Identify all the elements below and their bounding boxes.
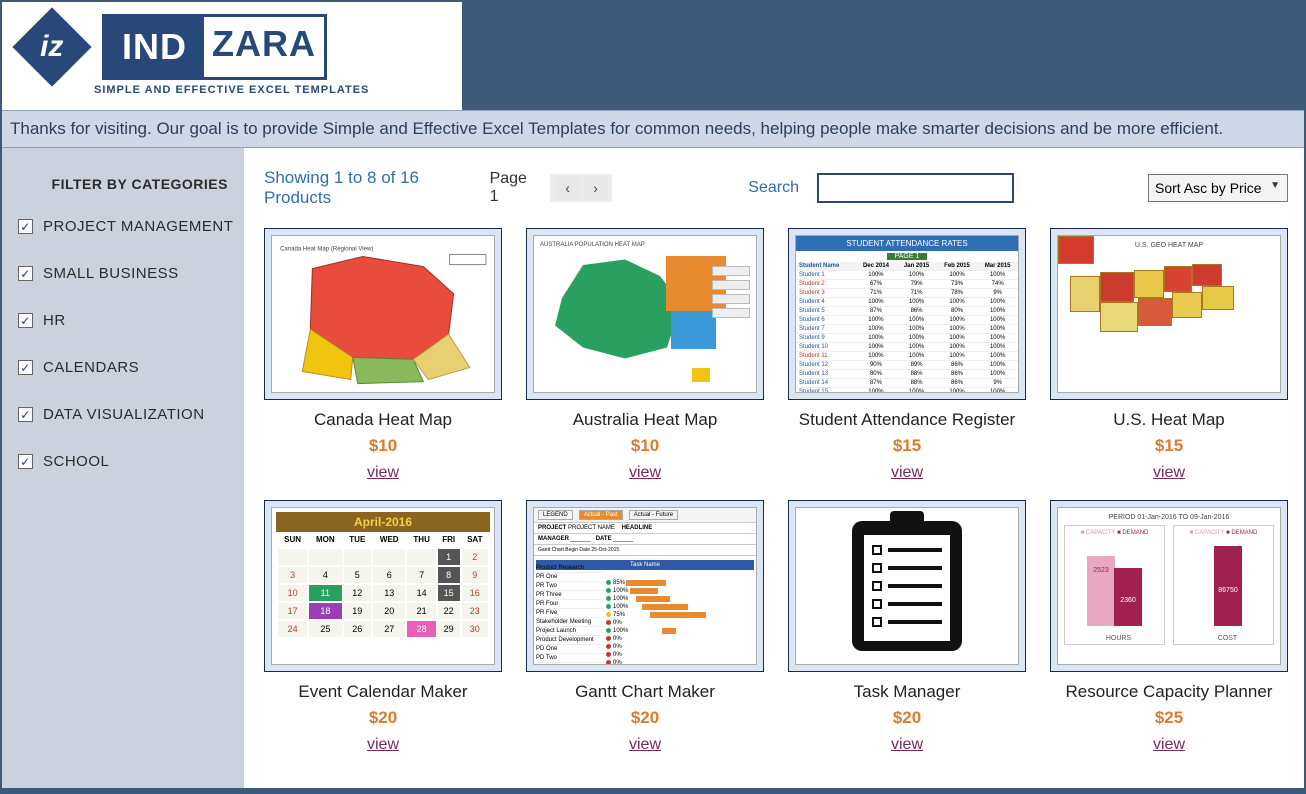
product-view-link[interactable]: view bbox=[891, 736, 923, 754]
product-card: Task Manager $20 view bbox=[788, 500, 1026, 754]
category-label: SMALL BUSINESS bbox=[43, 265, 179, 282]
category-project-management[interactable]: ✓ PROJECT MANAGEMENT bbox=[18, 218, 234, 235]
product-name: Event Calendar Maker bbox=[298, 682, 467, 702]
logo-tagline: SIMPLE AND EFFECTIVE EXCEL TEMPLATES bbox=[94, 84, 442, 96]
category-hr[interactable]: ✓ HR bbox=[18, 312, 234, 329]
product-card: AUSTRALIA POPULATION HEAT MAP Australia H… bbox=[526, 228, 764, 482]
page-label: Page 1 bbox=[490, 170, 536, 206]
category-school[interactable]: ✓ SCHOOL bbox=[18, 453, 234, 470]
product-card: LEGENDActual - PastActual - FuturePROJEC… bbox=[526, 500, 764, 754]
product-view-link[interactable]: view bbox=[891, 464, 923, 482]
header: iz IND ZARA SIMPLE AND EFFECTIVE EXCEL T… bbox=[2, 2, 1304, 110]
product-view-link[interactable]: view bbox=[367, 736, 399, 754]
product-price: $15 bbox=[893, 436, 921, 456]
category-small-business[interactable]: ✓ SMALL BUSINESS bbox=[18, 265, 234, 282]
product-card: April-2016SUNMONTUEWEDTHUFRISAT123456789… bbox=[264, 500, 502, 754]
product-thumbnail[interactable]: April-2016SUNMONTUEWEDTHUFRISAT123456789… bbox=[264, 500, 502, 672]
category-label: SCHOOL bbox=[43, 453, 109, 470]
product-view-link[interactable]: view bbox=[1153, 464, 1185, 482]
category-checkbox[interactable]: ✓ bbox=[18, 313, 33, 328]
toolbar: Showing 1 to 8 of 16 Products Page 1 ‹ ›… bbox=[264, 168, 1288, 208]
product-thumbnail[interactable]: AUSTRALIA POPULATION HEAT MAP bbox=[526, 228, 764, 400]
category-checkbox[interactable]: ✓ bbox=[18, 219, 33, 234]
product-price: $20 bbox=[631, 708, 659, 728]
category-data-visualization[interactable]: ✓ DATA VISUALIZATION bbox=[18, 406, 234, 423]
category-checkbox[interactable]: ✓ bbox=[18, 266, 33, 281]
category-checkbox[interactable]: ✓ bbox=[18, 407, 33, 422]
product-name: Canada Heat Map bbox=[314, 410, 452, 430]
logo-zara: ZARA bbox=[204, 17, 324, 77]
product-thumbnail[interactable]: U.S. GEO HEAT MAP bbox=[1050, 228, 1288, 400]
product-view-link[interactable]: view bbox=[629, 464, 661, 482]
product-view-link[interactable]: view bbox=[1153, 736, 1185, 754]
prev-page-button[interactable]: ‹ bbox=[556, 176, 580, 200]
svg-text:Canada Heat Map (Regional View: Canada Heat Map (Regional View) bbox=[280, 246, 373, 252]
category-label: DATA VISUALIZATION bbox=[43, 406, 205, 423]
logo-ind: IND bbox=[105, 17, 204, 77]
logo: iz IND ZARA SIMPLE AND EFFECTIVE EXCEL T… bbox=[2, 2, 462, 110]
category-checkbox[interactable]: ✓ bbox=[18, 360, 33, 375]
search-label: Search bbox=[748, 179, 799, 197]
product-thumbnail[interactable]: LEGENDActual - PastActual - FuturePROJEC… bbox=[526, 500, 764, 672]
product-price: $10 bbox=[369, 436, 397, 456]
product-price: $20 bbox=[893, 708, 921, 728]
product-card: Canada Heat Map (Regional View) Canada He… bbox=[264, 228, 502, 482]
product-card: PERIOD 01-Jan-2016 TO 09-Jan-2016■ CAPAC… bbox=[1050, 500, 1288, 754]
category-label: CALENDARS bbox=[43, 359, 139, 376]
welcome-message: Thanks for visiting. Our goal is to prov… bbox=[2, 110, 1304, 148]
product-price: $15 bbox=[1155, 436, 1183, 456]
product-price: $20 bbox=[369, 708, 397, 728]
category-checkbox[interactable]: ✓ bbox=[18, 454, 33, 469]
showing-label: Showing 1 to 8 of 16 Products bbox=[264, 168, 470, 208]
product-thumbnail[interactable]: PERIOD 01-Jan-2016 TO 09-Jan-2016■ CAPAC… bbox=[1050, 500, 1288, 672]
sidebar: FILTER BY CATEGORIES ✓ PROJECT MANAGEMENT… bbox=[2, 148, 244, 788]
product-name: Gantt Chart Maker bbox=[575, 682, 715, 702]
next-page-button[interactable]: › bbox=[584, 176, 608, 200]
search-input[interactable] bbox=[817, 173, 1014, 203]
logo-mark: iz bbox=[12, 7, 91, 86]
product-view-link[interactable]: view bbox=[367, 464, 399, 482]
catalog: Showing 1 to 8 of 16 Products Page 1 ‹ ›… bbox=[244, 148, 1304, 788]
product-card: STUDENT ATTENDANCE RATESPAGE 1Student Na… bbox=[788, 228, 1026, 482]
sort-select[interactable]: Sort Asc by Price bbox=[1148, 174, 1288, 202]
category-label: HR bbox=[43, 312, 66, 329]
product-name: Task Manager bbox=[854, 682, 961, 702]
app-window: iz IND ZARA SIMPLE AND EFFECTIVE EXCEL T… bbox=[2, 2, 1304, 788]
product-view-link[interactable]: view bbox=[629, 736, 661, 754]
product-price: $25 bbox=[1155, 708, 1183, 728]
product-name: U.S. Heat Map bbox=[1113, 410, 1225, 430]
product-name: Australia Heat Map bbox=[573, 410, 718, 430]
filter-title: FILTER BY CATEGORIES bbox=[18, 176, 234, 192]
product-thumbnail[interactable]: STUDENT ATTENDANCE RATESPAGE 1Student Na… bbox=[788, 228, 1026, 400]
product-price: $10 bbox=[631, 436, 659, 456]
product-name: Resource Capacity Planner bbox=[1066, 682, 1273, 702]
category-label: PROJECT MANAGEMENT bbox=[43, 218, 233, 235]
product-card: U.S. GEO HEAT MAP U.S. Heat Map $15 view bbox=[1050, 228, 1288, 482]
category-calendars[interactable]: ✓ CALENDARS bbox=[18, 359, 234, 376]
product-thumbnail[interactable]: Canada Heat Map (Regional View) bbox=[264, 228, 502, 400]
product-thumbnail[interactable] bbox=[788, 500, 1026, 672]
product-name: Student Attendance Register bbox=[799, 410, 1015, 430]
